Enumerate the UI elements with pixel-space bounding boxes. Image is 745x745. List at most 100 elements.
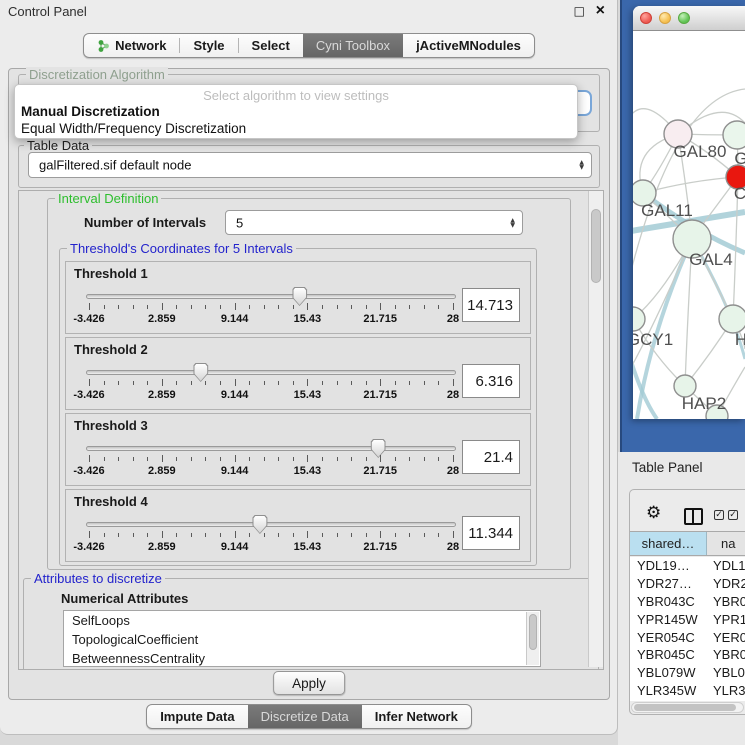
column-header-shared-name[interactable]: shared…	[630, 532, 707, 555]
table-row[interactable]: YPR145WYPR1	[630, 611, 745, 629]
thresholds-group-title: Threshold's Coordinates for 5 Intervals	[67, 241, 296, 256]
stepper-arrows-icon[interactable]: ▲▼	[579, 160, 584, 170]
tick-label: 2.859	[148, 541, 176, 553]
tab-network[interactable]: Network	[84, 34, 179, 57]
list-scrollbar-thumb[interactable]	[529, 614, 537, 650]
tab-impute-data[interactable]: Impute Data	[147, 705, 247, 728]
tick-mark	[235, 303, 236, 310]
cell-name: YER0	[707, 629, 745, 647]
threshold-slider[interactable]: -3.4262.8599.14415.4321.71528	[86, 286, 456, 332]
threshold-slider[interactable]: -3.4262.8599.14415.4321.71528	[86, 514, 456, 560]
panel-scrollbar[interactable]	[588, 191, 603, 667]
slider-track[interactable]	[86, 370, 456, 375]
network-node-gcy1[interactable]	[633, 307, 645, 331]
checkbox-icon[interactable]: ✓	[728, 510, 738, 520]
tick-mark	[118, 457, 119, 461]
tick-mark	[380, 303, 381, 310]
tick-mark	[278, 381, 279, 385]
tab-infer-network[interactable]: Infer Network	[362, 705, 471, 728]
zoom-traffic-light-icon[interactable]	[678, 12, 690, 24]
tab-style[interactable]: Style	[180, 34, 237, 57]
tab-discretize-data[interactable]: Discretize Data	[248, 705, 362, 728]
apply-button[interactable]: Apply	[273, 671, 345, 695]
tick-label: 9.144	[221, 313, 249, 325]
tick-mark	[89, 303, 90, 310]
split-view-icon[interactable]	[684, 508, 703, 525]
tick-mark	[395, 381, 396, 385]
slider-track[interactable]	[86, 522, 456, 527]
table-row[interactable]: YDL19…YDL1	[630, 557, 745, 575]
network-window-titlebar[interactable]	[633, 6, 745, 31]
slider-track[interactable]	[86, 294, 456, 299]
settings-scroll-area: Interval Definition Number of Intervals …	[18, 190, 604, 670]
tab-jactivemnodules[interactable]: jActiveMNodules	[403, 34, 534, 57]
minimize-traffic-light-icon[interactable]	[659, 12, 671, 24]
table-row[interactable]: YIL052CYIL0	[630, 700, 745, 701]
tick-mark	[220, 457, 221, 461]
tick-mark	[205, 457, 206, 461]
horizontal-scrollbar[interactable]	[631, 702, 744, 713]
tick-label: 21.715	[363, 313, 397, 325]
list-scrollbar[interactable]	[526, 612, 539, 665]
algorithm-dropdown-popup: Select algorithm to view settings Manual…	[14, 84, 578, 139]
close-icon[interactable]: ×	[596, 2, 605, 20]
tick-mark	[409, 457, 410, 461]
stepper-arrows-icon[interactable]: ▲▼	[510, 218, 515, 228]
table-data-combobox[interactable]: galFiltered.sif default node ▲▼	[28, 152, 592, 178]
tick-mark	[293, 305, 294, 309]
tick-mark	[453, 531, 454, 538]
slider-tick-labels: -3.4262.8599.14415.4321.71528	[89, 541, 453, 553]
tick-label: 28	[447, 313, 459, 325]
attribute-list-item[interactable]: TopologicalCoefficient	[64, 630, 540, 649]
tick-mark	[264, 533, 265, 537]
attribute-list-item[interactable]: SelfLoops	[64, 611, 540, 630]
tick-label: -3.426	[73, 313, 104, 325]
tick-mark	[278, 533, 279, 537]
gear-icon[interactable]: ⚙	[646, 503, 661, 523]
tick-mark	[395, 457, 396, 461]
threshold-value-field[interactable]: 14.713	[462, 288, 520, 322]
numerical-attributes-label: Numerical Attributes	[61, 591, 188, 606]
float-window-icon[interactable]: □	[574, 4, 585, 18]
table-row[interactable]: YER054CYER0	[630, 629, 745, 647]
cell-name: YBR0	[707, 593, 745, 611]
popup-option-manual-discretization[interactable]: Manual Discretization	[21, 104, 160, 119]
node-label: C	[734, 184, 745, 203]
tick-label: 15.43	[294, 389, 322, 401]
tab-select[interactable]: Select	[239, 34, 303, 57]
table-row[interactable]: YBR045CYBR0	[630, 646, 745, 664]
column-header-name[interactable]: na	[707, 532, 745, 555]
slider-tick-labels: -3.4262.8599.14415.4321.71528	[89, 313, 453, 325]
tab-cyni-toolbox[interactable]: Cyni Toolbox	[303, 34, 403, 57]
attribute-list-item[interactable]: BetweennessCentrality	[64, 649, 540, 667]
tick-mark	[176, 381, 177, 385]
tick-mark	[409, 381, 410, 385]
network-node[interactable]	[719, 305, 745, 333]
table-row[interactable]: YBR043CYBR0	[630, 593, 745, 611]
table-row[interactable]: YBL079WYBL0	[630, 664, 745, 682]
threshold-slider[interactable]: -3.4262.8599.14415.4321.71528	[86, 438, 456, 484]
slider-ticks	[89, 531, 453, 539]
threshold-value-field[interactable]: 21.4	[462, 440, 520, 474]
number-of-intervals-spinner[interactable]: 5 ▲▼	[225, 210, 523, 235]
table-row[interactable]: YDR27…YDR2	[630, 575, 745, 593]
network-canvas[interactable]: GAL80 G C GAL11 GAL4 GCY1 H HAP2	[633, 31, 745, 419]
tick-mark	[133, 457, 134, 461]
slider-track[interactable]	[86, 446, 456, 451]
tick-mark	[147, 533, 148, 537]
threshold-value-field[interactable]: 6.316	[462, 364, 520, 398]
node-label-gal4: GAL4	[689, 250, 732, 269]
tick-mark	[176, 457, 177, 461]
threshold-panel: Threshold 3-3.4262.8599.14415.4321.71528…	[65, 413, 531, 486]
tick-mark	[424, 381, 425, 385]
horizontal-scrollbar-thumb[interactable]	[634, 704, 736, 711]
threshold-slider[interactable]: -3.4262.8599.14415.4321.71528	[86, 362, 456, 408]
panel-scrollbar-thumb[interactable]	[591, 209, 601, 283]
tick-mark	[133, 305, 134, 309]
checkbox-icon[interactable]: ✓	[714, 510, 724, 520]
popup-option-equal-width-frequency[interactable]: Equal Width/Frequency Discretization	[21, 121, 246, 136]
table-row[interactable]: YLR345WYLR3	[630, 682, 745, 700]
close-traffic-light-icon[interactable]	[640, 12, 652, 24]
interval-definition-title: Interval Definition	[55, 191, 161, 206]
threshold-value-field[interactable]: 11.344	[462, 516, 520, 550]
